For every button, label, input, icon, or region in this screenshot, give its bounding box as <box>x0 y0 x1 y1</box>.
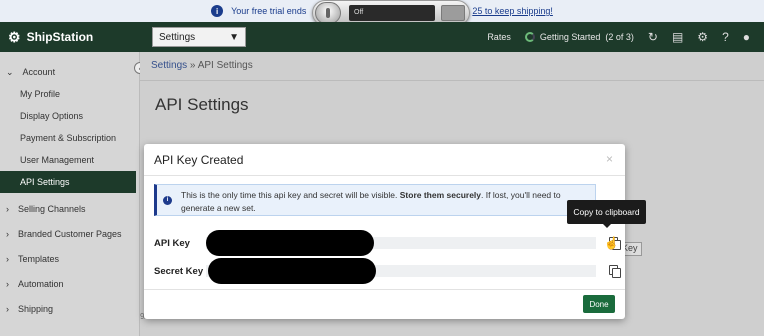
redaction-mark <box>206 230 374 256</box>
toggle-side-panel <box>441 5 465 21</box>
modal-footer-divider <box>144 289 625 290</box>
copy-tooltip: Copy to clipboard <box>567 200 646 228</box>
brand-name: ShipStation <box>26 30 94 44</box>
sidebar-section-label: Selling Channels <box>18 204 86 214</box>
trial-upgrade-link[interactable]: 25 to keep shipping! <box>472 6 553 16</box>
close-icon[interactable]: × <box>606 152 613 166</box>
progress-ring-icon <box>524 32 535 42</box>
sidebar-section-account[interactable]: ⌄ Account <box>0 61 139 83</box>
sidebar-section-selling-channels[interactable]: › Selling Channels <box>0 198 139 220</box>
view-select[interactable]: Settings ▼ <box>152 27 246 47</box>
breadcrumb-settings-link[interactable]: Settings <box>151 60 187 71</box>
sidebar-item-my-profile[interactable]: My Profile <box>0 83 139 105</box>
chevron-right-icon: › <box>6 254 9 264</box>
brand-logo[interactable]: ⚙ ShipStation <box>0 29 152 46</box>
chevron-right-icon: › <box>6 279 9 289</box>
help-icon[interactable]: ? <box>722 30 729 44</box>
sidebar-section-label: Branded Customer Pages <box>18 229 122 239</box>
modal-header: API Key Created × <box>144 144 625 176</box>
sidebar-section-automation[interactable]: › Automation <box>0 273 139 295</box>
chevron-right-icon: › <box>6 304 9 314</box>
api-key-row: API Key <box>154 230 621 256</box>
shipstation-logo-icon: ⚙ <box>8 28 21 45</box>
sidebar-section-label: Account <box>22 67 56 77</box>
chevron-down-icon: ⌄ <box>6 66 14 77</box>
sidebar-section-label: Automation <box>18 279 64 289</box>
sidebar-section-label: Shipping <box>18 304 54 314</box>
trial-text: Your free trial ends <box>231 6 307 16</box>
view-select-value: Settings <box>159 31 196 43</box>
app-header: ⚙ ShipStation Settings ▼ Rates Getting S… <box>0 22 764 52</box>
breadcrumb-current: API Settings <box>197 60 253 71</box>
done-button[interactable]: Done <box>583 295 615 313</box>
copy-secret-key-icon[interactable] <box>609 265 621 278</box>
secret-key-row: Secret Key <box>154 258 621 284</box>
alert-bold-text: Store them securely <box>399 190 482 200</box>
alert-text: This is the only time this api key and s… <box>181 190 398 200</box>
info-icon: i <box>211 5 224 17</box>
rates-link[interactable]: Rates <box>487 32 511 42</box>
sidebar-section-shipping[interactable]: › Shipping <box>0 298 139 320</box>
sidebar-section-label: Templates <box>18 254 60 264</box>
sidebar-section-branded-pages[interactable]: › Branded Customer Pages <box>0 223 139 245</box>
gear-icon[interactable]: ⚙ <box>697 30 708 44</box>
security-alert: i This is the only time this api key and… <box>154 184 596 216</box>
breadcrumb: Settings » API Settings <box>151 60 253 71</box>
secret-key-label: Secret Key <box>154 265 204 277</box>
settings-sidebar: ⌄ Account My Profile Display Options Pay… <box>0 52 140 336</box>
sidebar-item-display-options[interactable]: Display Options <box>0 105 139 127</box>
page-title: API Settings <box>155 95 249 114</box>
api-key-created-modal: API Key Created × i This is the only tim… <box>144 144 625 319</box>
getting-started-progress: (2 of 3) <box>605 32 634 42</box>
chevron-right-icon: › <box>6 229 9 239</box>
breadcrumb-separator: » <box>189 60 196 71</box>
getting-started-link[interactable]: Getting Started (2 of 3) <box>524 32 634 42</box>
modal-title: API Key Created <box>154 152 244 167</box>
info-icon: i <box>163 196 172 205</box>
sidebar-item-user-management[interactable]: User Management <box>0 149 139 171</box>
printer-icon[interactable]: ▤ <box>672 30 683 44</box>
chevron-down-icon: ▼ <box>229 31 239 43</box>
user-icon[interactable]: ● <box>743 30 750 44</box>
toggle-knob-icon[interactable] <box>315 2 341 24</box>
redaction-mark <box>208 258 376 284</box>
sidebar-item-payment[interactable]: Payment & Subscription <box>0 127 139 149</box>
divider <box>140 80 764 81</box>
sidebar-section-templates[interactable]: › Templates <box>0 248 139 270</box>
refresh-icon[interactable]: ↻ <box>648 30 658 44</box>
api-key-label: API Key <box>154 237 190 249</box>
chevron-right-icon: › <box>6 204 9 214</box>
mouse-cursor-icon: ☝ <box>604 236 619 250</box>
sidebar-item-api-settings[interactable]: API Settings <box>0 171 136 193</box>
toggle-status: Off <box>349 5 435 21</box>
getting-started-label: Getting Started <box>539 32 601 42</box>
